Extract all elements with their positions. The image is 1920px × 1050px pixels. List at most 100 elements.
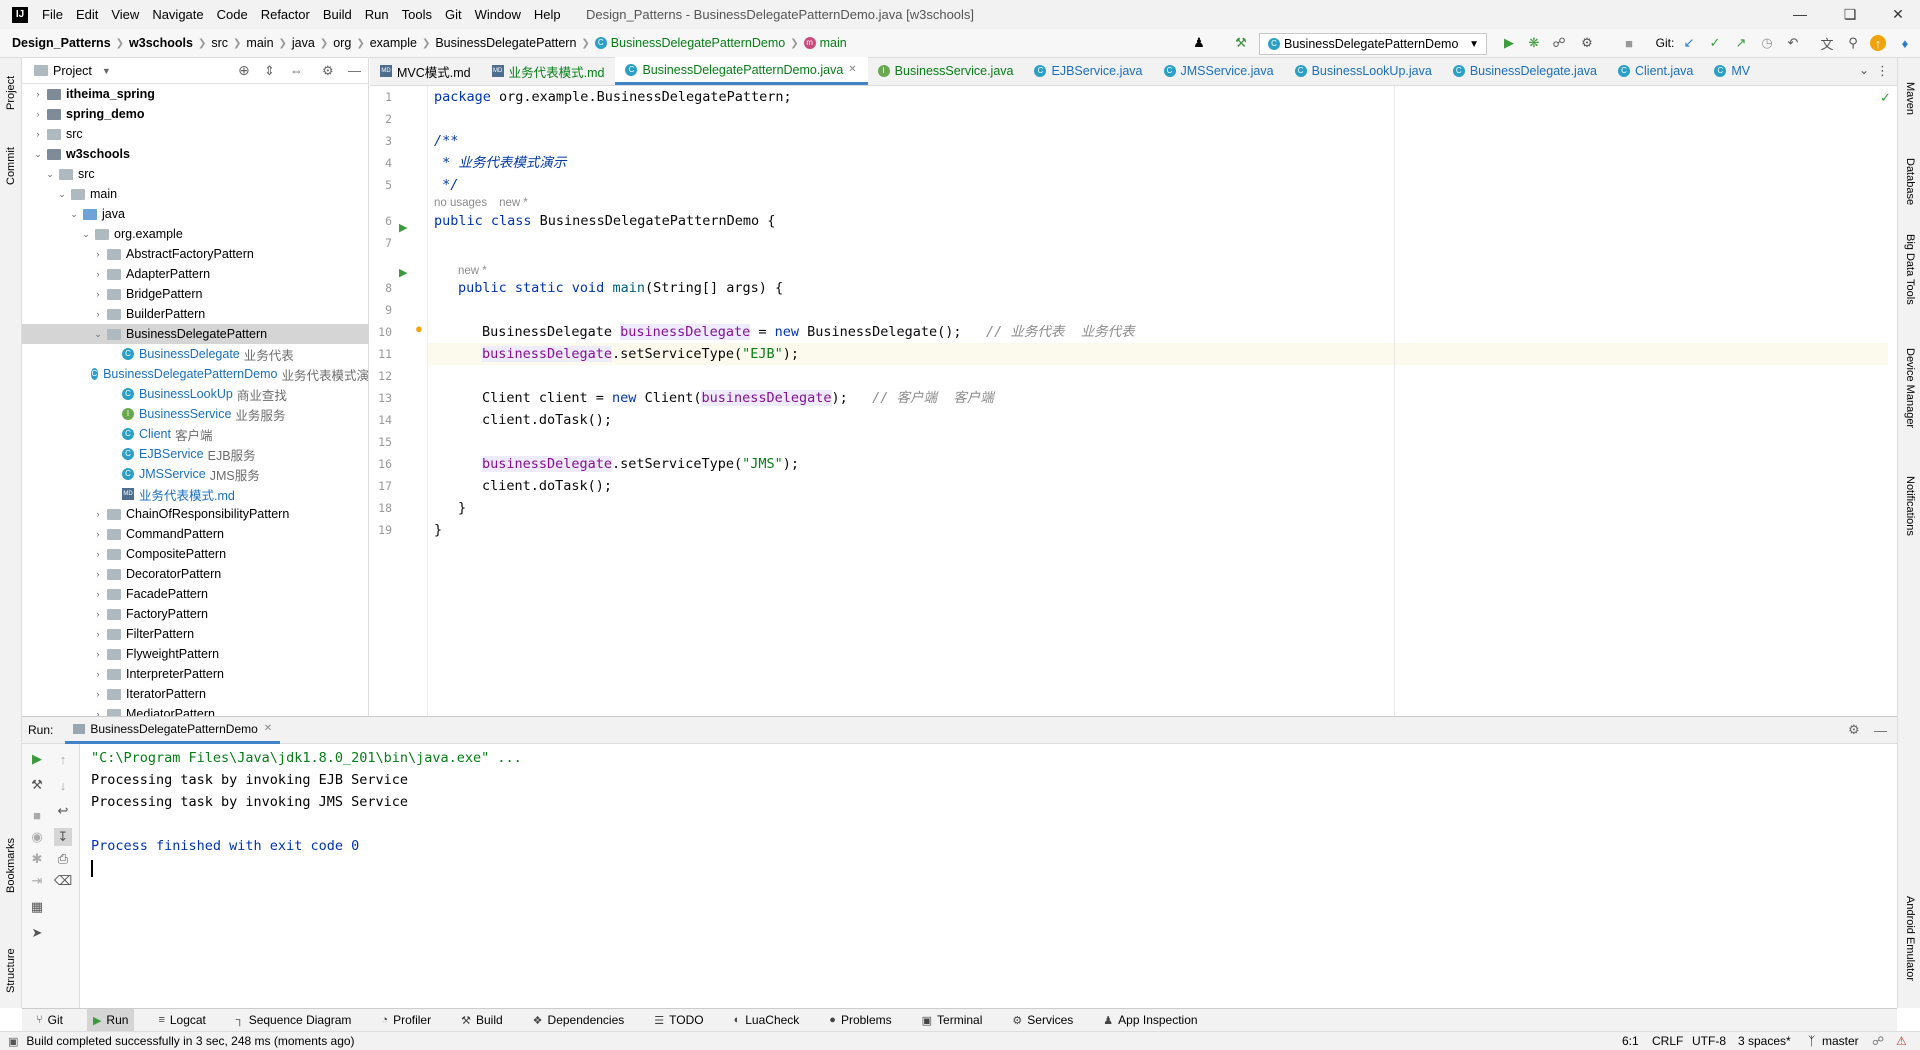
git-push-icon[interactable]: ↗ — [1732, 34, 1750, 52]
breadcrumb-src[interactable]: src — [211, 36, 228, 50]
tree-item-spring-demo[interactable]: › spring_demo — [22, 104, 369, 124]
close-icon[interactable]: ✕ — [848, 64, 856, 75]
tool-tab-sequence-diagram[interactable]: ┐ Sequence Diagram — [230, 1009, 358, 1032]
run-gutter-icon[interactable]: ▶ — [399, 266, 407, 279]
stripe-tab-device-manager[interactable]: Device Manager — [1904, 348, 1916, 428]
tree-item-businessservice[interactable]: I BusinessService 业务服务 — [22, 404, 369, 424]
menu-run[interactable]: Run — [365, 7, 389, 22]
chevron-right-icon[interactable]: › — [92, 689, 104, 699]
menu-window[interactable]: Window — [475, 7, 521, 22]
tool-tab-run[interactable]: ▶ Run — [86, 1008, 135, 1032]
console-output[interactable]: "C:\Program Files\Java\jdk1.8.0_201\bin\… — [80, 744, 1897, 1008]
tree-item-java[interactable]: ⌄ java — [22, 204, 369, 224]
tree-item-factorypattern[interactable]: › FactoryPattern — [22, 604, 369, 624]
tree-item-itheima-spring[interactable]: › itheima_spring — [22, 84, 369, 104]
chevron-down-icon[interactable]: ⌄ — [32, 149, 44, 160]
tree-item-businessdelegatepattern[interactable]: ⌄ BusinessDelegatePattern — [22, 324, 369, 344]
tool-tab-dependencies[interactable]: ❖ Dependencies — [527, 1009, 631, 1032]
git-update-icon[interactable]: ↙ — [1680, 34, 1698, 52]
soft-wrap-icon[interactable]: ↩ — [54, 802, 72, 820]
close-icon[interactable]: ✕ — [264, 723, 272, 734]
line-separator[interactable]: CRLF — [1652, 1034, 1683, 1048]
indent-setting[interactable]: 3 spaces* — [1738, 1034, 1791, 1048]
editor-tab-jmsservice-java[interactable]: C JMSService.java — [1154, 57, 1285, 85]
debug-icon[interactable]: ❋ — [1525, 34, 1543, 52]
inlay-hint-author[interactable]: new * — [458, 262, 487, 278]
tool-tab-logcat[interactable]: ≡ Logcat — [152, 1009, 211, 1032]
tree-item-businessdelegate[interactable]: C BusinessDelegate 业务代表 — [22, 344, 369, 364]
expand-all-icon[interactable]: ⇕ — [264, 63, 275, 79]
chevron-down-icon[interactable]: ▼ — [102, 66, 111, 76]
build-hammer-icon[interactable]: ⚒ — [1232, 34, 1250, 52]
tree-item-chainofresponsibilitypattern[interactable]: › ChainOfResponsibilityPattern — [22, 504, 369, 524]
chevron-down-icon[interactable]: ⌄ — [44, 169, 56, 180]
tree-item-abstractfactorypattern[interactable]: › AbstractFactoryPattern — [22, 244, 369, 264]
tree-item-decoratorpattern[interactable]: › DecoratorPattern — [22, 564, 369, 584]
layout-icon[interactable]: ▦ — [28, 898, 46, 916]
breadcrumb-class[interactable]: C BusinessDelegatePatternDemo — [594, 36, 785, 50]
coverage-icon[interactable]: ☍ — [1550, 34, 1568, 52]
user-icon[interactable]: ♟ — [1190, 34, 1208, 52]
stripe-tab-notifications[interactable]: Notifications — [1904, 476, 1916, 536]
stripe-tab-big-data-tools[interactable]: Big Data Tools — [1904, 234, 1916, 305]
tool-tab-app-inspection[interactable]: ♟ App Inspection — [1097, 1009, 1203, 1032]
scroll-down-icon[interactable]: ↓ — [54, 776, 72, 794]
chevron-right-icon[interactable]: › — [92, 309, 104, 319]
tree-item-iteratorpattern[interactable]: › IteratorPattern — [22, 684, 369, 704]
select-opened-file-icon[interactable]: ⊕ — [238, 62, 250, 79]
chevron-right-icon[interactable]: › — [92, 589, 104, 599]
chevron-right-icon[interactable]: › — [92, 289, 104, 299]
rollback-icon[interactable]: ↶ — [1784, 34, 1802, 52]
tree-item-org-example[interactable]: ⌄ org.example — [22, 224, 369, 244]
editor-tab-mvc-md[interactable]: MD MVC模式.md — [370, 57, 482, 85]
tree-item-bridgepattern[interactable]: › BridgePattern — [22, 284, 369, 304]
tree-item-main[interactable]: ⌄ main — [22, 184, 369, 204]
project-panel-title[interactable]: Project — [53, 64, 92, 78]
run-tab[interactable]: BusinessDelegatePatternDemo ✕ — [65, 716, 281, 744]
hide-panel-icon[interactable]: — — [1874, 723, 1887, 738]
chevron-down-icon[interactable]: ⌄ — [80, 229, 92, 240]
trash-icon[interactable]: ⌫ — [54, 872, 72, 890]
caret-position[interactable]: 6:1 — [1622, 1034, 1639, 1048]
tool-tab-profiler[interactable]: ◔ Profiler — [375, 1009, 437, 1032]
stripe-tab-android-emulator[interactable]: Android Emulator — [1904, 896, 1916, 981]
stop-icon[interactable]: ■ — [28, 806, 46, 824]
ide-logo-icon[interactable]: ♦ — [1896, 34, 1914, 52]
tree-item-src[interactable]: › src — [22, 124, 369, 144]
search-icon[interactable]: ⚲ — [1844, 34, 1862, 52]
restore-icon[interactable]: ❏ — [1840, 5, 1860, 23]
menu-help[interactable]: Help — [534, 7, 561, 22]
tool-tab-luacheck[interactable]: ◐ LuaCheck — [728, 1009, 806, 1032]
scroll-to-end-icon[interactable]: ↧ — [54, 828, 72, 846]
chevron-right-icon[interactable]: › — [92, 249, 104, 259]
menu-code[interactable]: Code — [217, 7, 248, 22]
menu-edit[interactable]: Edit — [76, 7, 98, 22]
chevron-right-icon[interactable]: › — [32, 109, 44, 119]
gear-icon[interactable]: ⚙ — [322, 63, 334, 79]
tree-item-jmsservice[interactable]: C JMSService JMS服务 — [22, 464, 369, 484]
tree-item-interpreterpattern[interactable]: › InterpreterPattern — [22, 664, 369, 684]
more-options-icon[interactable]: ⋮ — [1876, 63, 1889, 79]
inspection-ok-icon[interactable]: ✓ — [1880, 90, 1891, 106]
menu-tools[interactable]: Tools — [402, 7, 432, 22]
print-icon[interactable]: ⎙ — [54, 850, 72, 868]
git-commit-icon[interactable]: ✓ — [1706, 34, 1724, 52]
scroll-up-icon[interactable]: ↑ — [54, 750, 72, 768]
chevron-right-icon[interactable]: › — [92, 569, 104, 579]
editor-tab-mv[interactable]: C MV — [1704, 57, 1761, 85]
tool-tab-build[interactable]: ⚒ Build — [455, 1009, 509, 1032]
hide-panel-icon[interactable]: — — [348, 63, 361, 78]
stripe-tab-structure[interactable]: Structure — [5, 948, 17, 993]
run-icon[interactable]: ▶ — [1500, 34, 1518, 52]
editor-tab-businesslookup-java[interactable]: C BusinessLookUp.java — [1285, 57, 1443, 85]
tree-item-businesslookup[interactable]: C BusinessLookUp 商业查找 — [22, 384, 369, 404]
collapse-all-icon[interactable]: ⇔ — [290, 63, 303, 78]
profile-icon[interactable]: ⚙ — [1578, 34, 1596, 52]
breadcrumb-java[interactable]: java — [292, 36, 315, 50]
breadcrumb-project[interactable]: Design_Patterns — [12, 36, 111, 50]
menu-build[interactable]: Build — [323, 7, 352, 22]
tool-tab-terminal[interactable]: ▣ Terminal — [916, 1009, 989, 1032]
editor-tab-ejbservice-java[interactable]: C EJBService.java — [1024, 57, 1153, 85]
tree-item-filterpattern[interactable]: › FilterPattern — [22, 624, 369, 644]
git-branch[interactable]: master — [1822, 1034, 1859, 1048]
